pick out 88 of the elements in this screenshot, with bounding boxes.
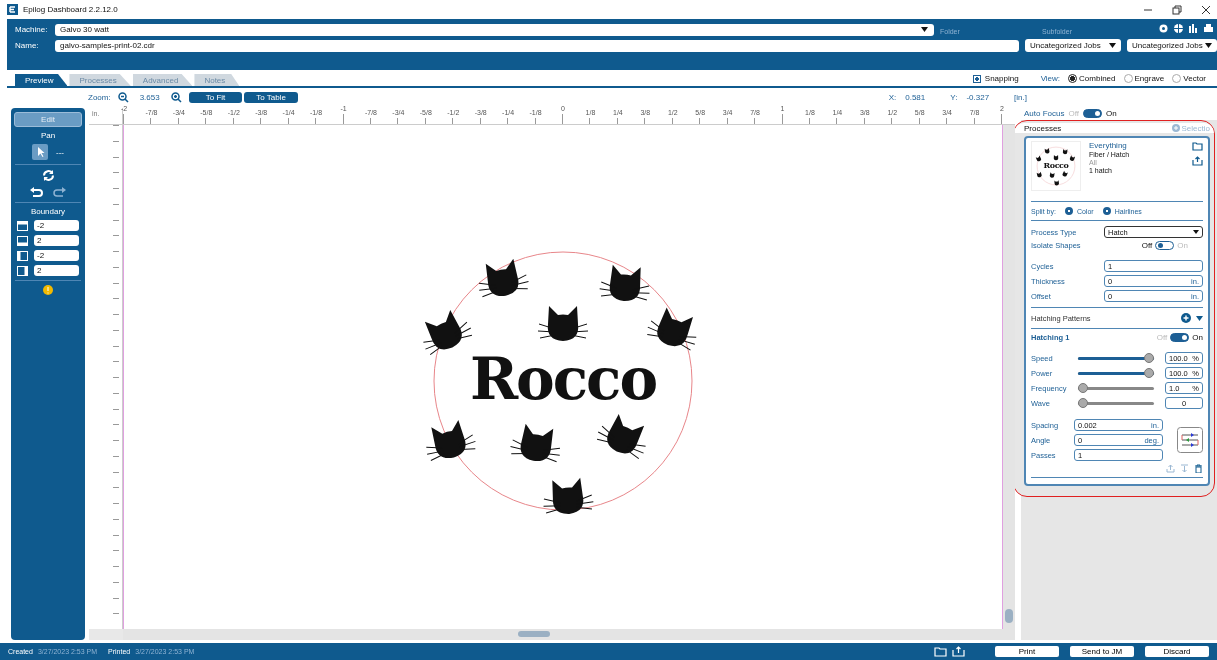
toggle-on-label: On	[1192, 333, 1203, 342]
view-label: View:	[1040, 74, 1061, 83]
caret-icon	[921, 27, 928, 32]
pan-dash: ---	[56, 147, 64, 157]
view-option-label: Combined	[1079, 74, 1116, 83]
boundary-field[interactable]: -2	[34, 220, 79, 231]
slider-thumb[interactable]	[1144, 353, 1154, 363]
pointer-icon[interactable]	[32, 144, 48, 160]
process-thumbnail[interactable]: Rocco	[1031, 141, 1081, 191]
machine-dropdown[interactable]: Galvo 30 watt	[55, 23, 934, 36]
split-option-radio[interactable]	[1064, 207, 1073, 215]
printer-icon[interactable]	[1203, 23, 1214, 34]
view-radio[interactable]	[1123, 74, 1133, 83]
snapping-label: Snapping	[984, 74, 1019, 83]
x-value: 0.581	[905, 92, 926, 102]
machine-label: Machine:	[15, 25, 49, 34]
design-text: Rocco	[468, 346, 658, 412]
caret-icon	[1109, 43, 1116, 48]
slider-track[interactable]	[1078, 398, 1154, 408]
undo-icon[interactable]	[30, 186, 44, 198]
slider-track[interactable]	[1078, 368, 1154, 378]
y-label: Y:	[950, 92, 958, 102]
toggle-on-label: On	[1106, 108, 1117, 118]
footer-button[interactable]: Discard	[1145, 646, 1209, 657]
to-table-button[interactable]: To Table	[244, 91, 298, 103]
unit-label: [in.]	[1014, 92, 1027, 102]
name-label: Name:	[15, 41, 40, 50]
chart-icon[interactable]	[1188, 23, 1199, 34]
tab[interactable]: Preview	[15, 74, 68, 86]
snapping-checkbox[interactable]	[972, 75, 981, 83]
zoom-value: 3.653	[139, 92, 160, 102]
export-icon[interactable]	[1192, 156, 1203, 166]
view-radio[interactable]	[1068, 74, 1078, 83]
thumbnail-text: Rocco	[1042, 160, 1070, 170]
y-value: -0.327	[966, 92, 990, 102]
folder-dropdown[interactable]: Uncategorized Jobs	[1025, 39, 1121, 52]
boundary-side-icon	[17, 265, 28, 276]
zoom-in-icon[interactable]	[170, 91, 182, 103]
settings-icon[interactable]	[1158, 23, 1169, 34]
view-radio[interactable]	[1172, 74, 1182, 83]
split-option-radio[interactable]	[1102, 207, 1111, 215]
caret-icon	[1193, 230, 1199, 234]
boundary-field[interactable]: -2	[34, 250, 79, 261]
restore-icon[interactable]	[1172, 4, 1182, 15]
slider-track[interactable]	[1078, 383, 1154, 393]
add-icon[interactable]	[1181, 313, 1191, 323]
caret-icon[interactable]	[1196, 315, 1203, 321]
warning-icon[interactable]	[43, 285, 53, 295]
processes-title: Processes	[1024, 123, 1062, 133]
boundary-side-icon	[17, 235, 28, 246]
close-icon[interactable]	[1201, 4, 1211, 15]
slider-thumb[interactable]	[1144, 368, 1154, 378]
process-name: Everything	[1089, 141, 1128, 150]
auto-focus-toggle[interactable]	[1083, 108, 1102, 118]
horizontal-scrollbar[interactable]	[123, 629, 1015, 640]
cat-circle-drawing	[1034, 144, 1078, 188]
slider-track[interactable]	[1078, 353, 1154, 363]
zoom-out-icon[interactable]	[117, 91, 129, 103]
refresh-icon[interactable]	[41, 169, 55, 182]
hatch-direction-icon[interactable]	[1177, 427, 1203, 453]
footer-button[interactable]: Send to JM	[1070, 646, 1134, 657]
globe-icon[interactable]	[1173, 23, 1184, 34]
trash-icon[interactable]	[1194, 464, 1203, 473]
slider-thumb[interactable]	[1078, 398, 1088, 408]
to-fit-button[interactable]: To Fit	[188, 91, 243, 103]
boundary-side-icon	[17, 250, 28, 261]
slider-thumb[interactable]	[1078, 383, 1088, 393]
footer-button[interactable]: Print	[995, 646, 1059, 657]
x-label: X:	[888, 92, 897, 102]
subfolder-dropdown[interactable]: Uncategorized Jobs	[1127, 39, 1217, 52]
app-logo-icon	[7, 4, 18, 15]
zoom-label: Zoom:	[88, 92, 111, 102]
boundary-field[interactable]: 2	[34, 265, 79, 276]
hatch-toggle[interactable]	[1170, 333, 1190, 342]
auto-focus-label: Auto Focus	[1024, 108, 1065, 118]
pan-label: Pan	[40, 131, 56, 140]
name-field[interactable]: galvo-samples-print-02.cdr	[55, 39, 1019, 52]
caret-icon	[1205, 43, 1212, 48]
folder-icon[interactable]	[1192, 141, 1203, 151]
window-title: Epilog Dashboard 2.2.12.0	[23, 5, 118, 14]
view-option-label: Vector	[1183, 74, 1206, 83]
isolate-shapes-toggle[interactable]	[1155, 241, 1175, 250]
boundary-field[interactable]: 2	[34, 235, 79, 246]
view-option-label: Engrave	[1134, 74, 1165, 83]
redo-icon[interactable]	[52, 186, 66, 198]
boundary-label: Boundary	[30, 207, 66, 216]
toggle-off-label: Off	[1141, 241, 1153, 250]
boundary-side-icon	[17, 220, 28, 231]
